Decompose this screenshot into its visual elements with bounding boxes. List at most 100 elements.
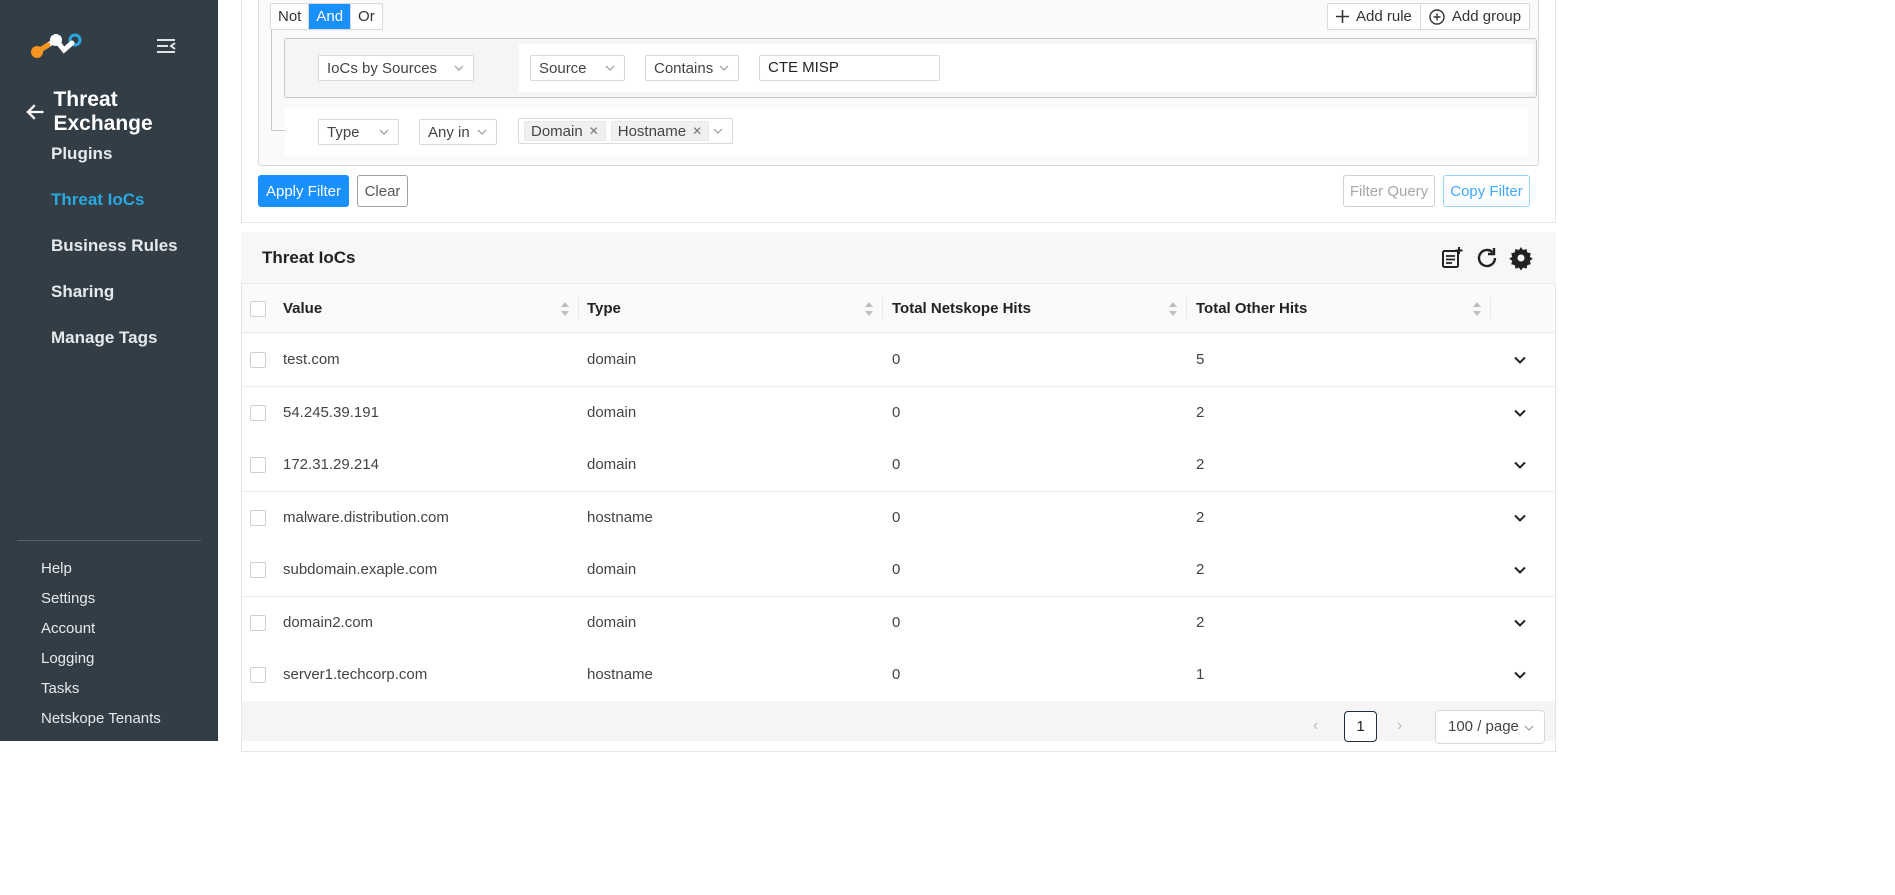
logic-and-button[interactable]: And [309,4,352,29]
chevron-down-icon[interactable] [1513,563,1527,577]
next-page-icon[interactable]: › [1397,717,1402,735]
cell-other-hits: 5 [1196,351,1205,368]
table-row[interactable]: 54.245.39.191 domain 0 2 [242,387,1555,440]
cell-value: server1.techcorp.com [283,666,428,683]
sidebar-item-sharing[interactable]: Sharing [0,276,218,322]
logic-button-group: Not And Or [270,3,383,30]
row-checkbox[interactable] [250,457,266,473]
cell-netskope-hits: 0 [892,509,901,526]
prev-page-icon[interactable]: ‹ [1313,717,1318,735]
rule2-tags-select[interactable]: Domain ✕ Hostname ✕ [518,118,733,144]
collapse-menu-icon[interactable] [156,38,176,54]
sidebar-item-plugins[interactable]: Plugins [0,138,218,184]
row-checkbox[interactable] [250,615,266,631]
remove-tag-icon[interactable]: ✕ [589,124,599,138]
refresh-icon[interactable] [1475,246,1499,270]
row-checkbox[interactable] [250,667,266,683]
cell-netskope-hits: 0 [892,351,901,368]
chevron-down-icon [477,129,487,135]
sidebar-item-tasks[interactable]: Tasks [0,676,218,706]
table-row[interactable]: subdomain.exaple.com domain 0 2 [242,544,1555,597]
sidebar: Threat Exchange Plugins Threat IoCs Busi… [0,0,218,741]
rule-field-select[interactable]: Source [530,55,625,81]
page-size-value: 100 / page [1448,718,1519,735]
row-checkbox[interactable] [250,510,266,526]
chevron-down-icon[interactable] [1513,406,1527,420]
chevron-down-icon[interactable] [1513,668,1527,682]
cell-value: subdomain.exaple.com [283,561,438,578]
gear-icon[interactable] [1509,246,1533,270]
cell-type: hostname [587,509,653,526]
sidebar-sub-nav: Help Settings Account Logging Tasks Nets… [0,556,218,736]
apply-filter-button[interactable]: Apply Filter [258,175,349,207]
column-header-netskope-hits[interactable]: Total Netskope Hits [892,300,1031,317]
cell-netskope-hits: 0 [892,666,901,683]
add-rule-button[interactable]: Add rule [1328,4,1421,29]
cell-value: malware.distribution.com [283,509,449,526]
rule-operator-select[interactable]: Contains [645,55,739,81]
clear-button[interactable]: Clear [357,175,408,207]
page-number-current[interactable]: 1 [1344,711,1377,742]
row-checkbox[interactable] [250,405,266,421]
sidebar-item-account[interactable]: Account [0,616,218,646]
logic-not-button[interactable]: Not [271,4,310,29]
export-list-icon[interactable] [1440,246,1464,270]
logic-or-button[interactable]: Or [351,4,382,29]
page-size-select[interactable]: 100 / page [1435,710,1545,744]
rule2-operator-select[interactable]: Any in [419,119,497,145]
chevron-down-icon[interactable] [1513,458,1527,472]
cell-other-hits: 2 [1196,509,1205,526]
tree-connector [271,30,272,130]
sidebar-item-threat-iocs[interactable]: Threat IoCs [0,184,218,230]
group-field-select[interactable]: IoCs by Sources [318,55,474,81]
column-separator[interactable] [578,297,579,319]
chevron-down-icon[interactable] [1513,511,1527,525]
sidebar-item-help[interactable]: Help [0,556,218,586]
card-title: Threat IoCs [262,248,356,267]
back-arrow-icon[interactable] [26,102,45,122]
table-row[interactable]: server1.techcorp.com hostname 0 1 [242,649,1555,702]
cell-netskope-hits: 0 [892,561,901,578]
add-group-button[interactable]: Add group [1421,4,1529,29]
sort-icon[interactable] [1168,300,1178,318]
rule-value-input[interactable]: CTE MISP [759,55,940,81]
column-header-other-hits[interactable]: Total Other Hits [1196,300,1307,317]
sidebar-item-manage-tags[interactable]: Manage Tags [0,322,218,368]
copy-filter-button[interactable]: Copy Filter [1443,175,1530,207]
column-header-type[interactable]: Type [587,300,621,317]
select-all-checkbox[interactable] [250,301,266,317]
sidebar-item-netskope-tenants[interactable]: Netskope Tenants [0,706,218,736]
sidebar-nav: Plugins Threat IoCs Business Rules Shari… [0,138,218,368]
column-separator[interactable] [1490,297,1491,319]
cell-type: domain [587,351,637,368]
plus-icon [1336,10,1349,23]
column-separator[interactable] [882,297,883,319]
table-row[interactable]: domain2.com domain 0 2 [242,597,1555,650]
table-row[interactable]: malware.distribution.com hostname 0 2 [242,492,1555,545]
tag-domain-label: Domain [531,122,583,140]
group-actions: Add rule Add group [1327,3,1531,30]
sort-icon[interactable] [560,300,570,318]
sidebar-item-business-rules[interactable]: Business Rules [0,230,218,276]
tag-domain: Domain ✕ [524,121,606,141]
sidebar-item-settings[interactable]: Settings [0,586,218,616]
row-checkbox[interactable] [250,562,266,578]
column-header-value[interactable]: Value [283,300,322,317]
cell-type: domain [587,561,637,578]
table-row[interactable]: 172.31.29.214 domain 0 2 [242,439,1555,492]
rule2-field-select[interactable]: Type [318,119,399,145]
netskope-logo[interactable] [30,30,82,62]
add-rule-label: Add rule [1356,8,1412,25]
cell-value: 54.245.39.191 [283,404,379,421]
chevron-down-icon[interactable] [1513,353,1527,367]
table-row[interactable]: test.com domain 0 5 [242,334,1555,387]
filter-query-button[interactable]: Filter Query [1343,175,1435,207]
chevron-down-icon[interactable] [1513,616,1527,630]
sort-icon[interactable] [1472,300,1482,318]
sidebar-item-logging[interactable]: Logging [0,646,218,676]
cell-netskope-hits: 0 [892,614,901,631]
remove-tag-icon[interactable]: ✕ [692,124,702,138]
row-checkbox[interactable] [250,352,266,368]
sort-icon[interactable] [864,300,874,318]
column-separator[interactable] [1186,297,1187,319]
